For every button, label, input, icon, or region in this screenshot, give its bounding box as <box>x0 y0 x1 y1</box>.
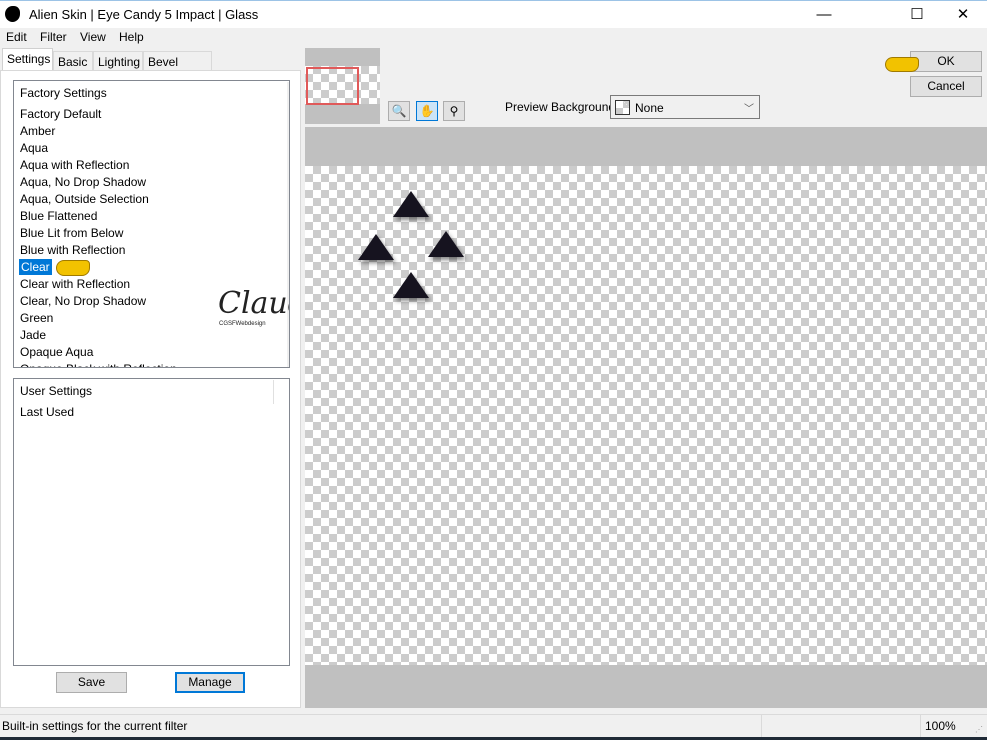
menu-edit[interactable]: Edit <box>6 30 27 44</box>
list-item[interactable]: Blue Flattened <box>20 208 97 224</box>
list-item[interactable]: Aqua, Outside Selection <box>20 191 149 207</box>
chevron-down-icon: ﹀ <box>744 104 754 115</box>
preview-background-select[interactable]: None ﹀ <box>610 95 760 119</box>
preview-area[interactable] <box>305 127 987 708</box>
status-bar: Built-in settings for the current filter… <box>0 714 987 737</box>
list-item[interactable]: Aqua, No Drop Shadow <box>20 174 146 190</box>
manage-button[interactable]: Manage <box>175 672 245 693</box>
list-item[interactable]: Clear with Reflection <box>20 276 130 292</box>
maximize-button[interactable]: ☐ <box>894 1 940 29</box>
menu-bar: Edit Filter View Help <box>0 28 987 46</box>
swatch-icon <box>615 100 630 115</box>
list-item[interactable]: Last Used <box>20 404 74 420</box>
list-item[interactable]: Aqua <box>20 140 48 156</box>
triangle-shape <box>428 231 464 257</box>
title-bar: Alien Skin | Eye Candy 5 Impact | Glass … <box>0 0 987 28</box>
triangle-shape <box>393 272 429 298</box>
menu-filter[interactable]: Filter <box>40 30 67 44</box>
ok-button[interactable]: OK <box>910 51 982 72</box>
navigator-thumbnail[interactable] <box>305 48 380 124</box>
list-item[interactable]: Aqua with Reflection <box>20 157 129 173</box>
user-settings-list[interactable]: User Settings Last Used <box>13 378 290 666</box>
watermark-sub: CGSFWebdesign <box>219 321 266 327</box>
window-title: Alien Skin | Eye Candy 5 Impact | Glass <box>29 7 259 22</box>
hand-tool-icon[interactable]: ✋ <box>416 101 438 121</box>
tab-lighting[interactable]: Lighting <box>93 51 143 70</box>
list-header: Factory Settings <box>20 86 107 100</box>
resize-grip-icon[interactable]: ⋰ <box>975 725 983 734</box>
preview-background-label: Preview Background: <box>505 100 619 114</box>
triangle-shape <box>358 234 394 260</box>
preview-compare-icon[interactable]: 🔍 <box>388 101 410 121</box>
cancel-button[interactable]: Cancel <box>910 76 982 97</box>
close-button[interactable]: ✕ <box>940 1 986 29</box>
preview-canvas[interactable] <box>305 166 987 665</box>
list-item[interactable]: Opaque Aqua <box>20 344 93 360</box>
list-item[interactable]: Opaque Black with Reflection <box>20 361 177 367</box>
zoom-level: 100% <box>925 719 956 733</box>
list-item[interactable]: Green <box>20 310 53 326</box>
menu-view[interactable]: View <box>80 30 106 44</box>
list-item[interactable]: Blue with Reflection <box>20 242 125 258</box>
app-icon <box>5 6 20 22</box>
list-item[interactable]: Blue Lit from Below <box>20 225 123 241</box>
tab-basic[interactable]: Basic <box>53 51 93 70</box>
list-header: User Settings <box>20 384 93 398</box>
navigator-viewport[interactable] <box>306 67 359 105</box>
selected-value: None <box>635 101 664 115</box>
list-item[interactable]: Clear <box>19 259 52 275</box>
list-item[interactable]: Clear, No Drop Shadow <box>20 293 146 309</box>
factory-settings-list[interactable]: Factory Settings Factory Default Amber Aqu… <box>13 80 290 368</box>
triangle-shape <box>393 191 429 217</box>
status-text: Built-in settings for the current filter <box>2 719 188 733</box>
watermark-logo: Claudia <box>218 286 289 321</box>
menu-help[interactable]: Help <box>119 30 144 44</box>
zoom-tool-icon[interactable]: ⚲ <box>443 101 465 121</box>
tab-settings[interactable]: Settings <box>2 48 53 71</box>
minimize-button[interactable]: — <box>801 1 847 29</box>
tab-bevel-profile[interactable]: Bevel Profile <box>143 51 212 83</box>
pointing-hand-icon <box>885 57 919 72</box>
list-item[interactable]: Amber <box>20 123 55 139</box>
list-item[interactable]: Factory Default <box>20 106 101 122</box>
pointing-hand-icon <box>56 260 90 276</box>
list-item[interactable]: Jade <box>20 327 46 343</box>
scrollbar-thumb[interactable] <box>289 97 290 287</box>
save-button[interactable]: Save <box>56 672 127 693</box>
